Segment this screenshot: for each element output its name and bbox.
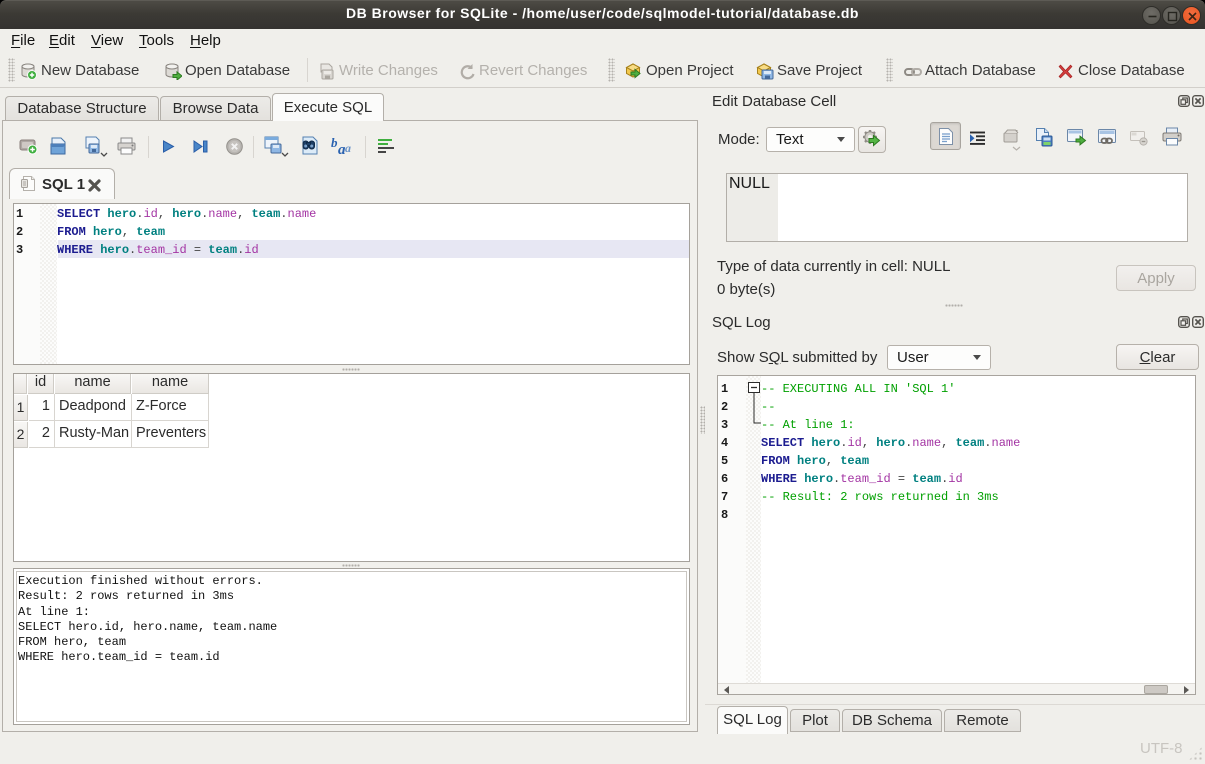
svg-text:a: a	[345, 141, 351, 155]
svg-text:b: b	[331, 136, 338, 150]
